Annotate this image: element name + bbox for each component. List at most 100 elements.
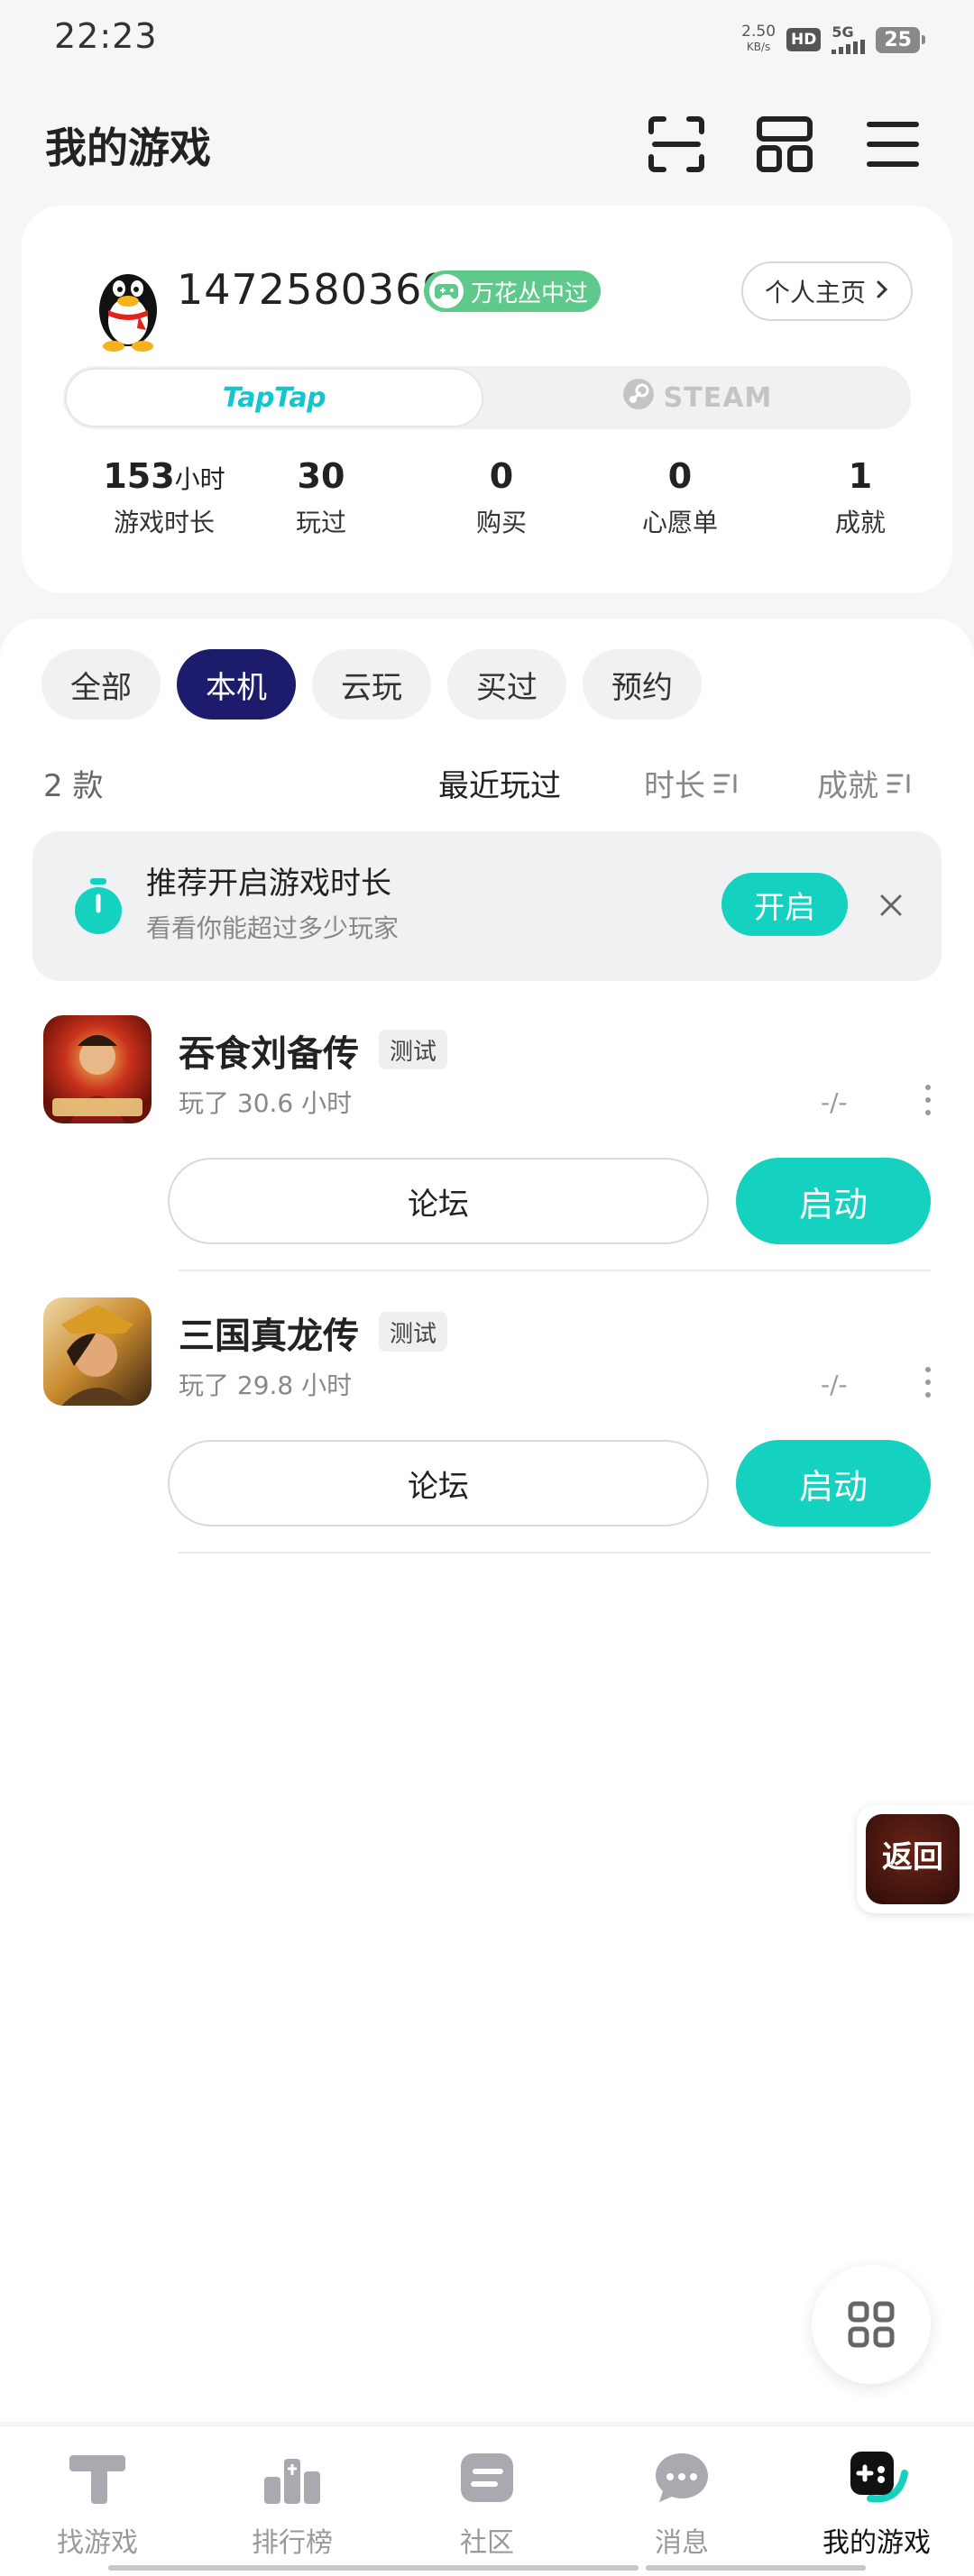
nav-label: 消息 (655, 2527, 709, 2559)
sort-label: 最近玩过 (438, 768, 561, 804)
profile-card: 1472580369 万花丛中过 个人主页 TapTap STEAM 153小时… (22, 206, 952, 593)
game-item: 三国真龙传 测试 玩了 29.8 小时 -/- 论坛 启动 (0, 1297, 974, 1577)
stat-value: 0 (489, 456, 514, 496)
stat-value: 0 (667, 456, 693, 496)
test-tag: 测试 (379, 1312, 448, 1352)
nav-ranking[interactable]: 排行榜 (202, 2446, 382, 2560)
user-badge[interactable]: 万花丛中过 (424, 270, 602, 312)
tab-steam[interactable]: STEAM (483, 366, 911, 429)
back-label: 返回 (882, 1839, 943, 1875)
stat-unit: 小时 (174, 464, 225, 494)
forum-button[interactable]: 论坛 (168, 1158, 709, 1244)
sort-label: 时长 (644, 768, 705, 804)
tip-subtitle: 看看你能超过多少玩家 (146, 913, 400, 943)
stat-played[interactable]: 30 玩过 (231, 456, 411, 539)
stats-row: 153小时 游戏时长 30 玩过 0 购买 0 心愿单 1 成就 (22, 456, 952, 564)
more-icon[interactable] (922, 1082, 934, 1118)
stat-value: 1 (848, 456, 873, 496)
gamepad-icon (429, 274, 464, 308)
stat-achievements[interactable]: 1 成就 (770, 456, 951, 539)
net-speed-unit: KB/s (746, 41, 771, 53)
status-bar: 22:23 2.50 KB/s HD 5G 25 (0, 0, 974, 81)
ranking-icon (261, 2446, 324, 2509)
forum-button[interactable]: 论坛 (168, 1440, 709, 1526)
game-icon[interactable] (43, 1015, 152, 1123)
play-time: 玩了 29.8 小时 (179, 1371, 353, 1400)
more-icon[interactable] (922, 1364, 934, 1400)
game-icon[interactable] (43, 1297, 152, 1406)
stat-label: 玩过 (295, 508, 346, 537)
sort-recent[interactable]: 最近玩过 (438, 761, 561, 805)
tab-taptap[interactable]: TapTap (65, 368, 483, 427)
sort-icon (887, 774, 910, 793)
stat-value: 153 (103, 456, 175, 496)
nav-label: 找游戏 (57, 2527, 138, 2559)
divider (179, 1270, 931, 1271)
divider (179, 1552, 931, 1554)
status-time: 22:23 (54, 16, 158, 56)
net-speed-value: 2.50 (741, 23, 776, 41)
stat-label: 购买 (475, 508, 527, 537)
tip-title: 推荐开启游戏时长 (146, 866, 391, 902)
enable-playtime-button[interactable]: 开启 (721, 873, 848, 936)
signal-icon: 5G (832, 23, 866, 54)
nav-my-games[interactable]: 我的游戏 (786, 2446, 967, 2560)
launch-button[interactable]: 启动 (736, 1158, 931, 1244)
profile-homepage-button[interactable]: 个人主页 (741, 261, 913, 321)
stat-label: 心愿单 (641, 508, 718, 537)
stat-play-time[interactable]: 153小时 游戏时长 (74, 456, 254, 539)
filter-chips: 全部 本机 云玩 买过 预约 (41, 649, 702, 721)
avatar[interactable] (72, 247, 184, 359)
app-header: 我的游戏 (0, 99, 974, 189)
filter-bought[interactable]: 买过 (447, 649, 566, 720)
badge-label: 万花丛中过 (471, 280, 589, 307)
layout-icon[interactable] (750, 110, 819, 179)
menu-icon[interactable] (859, 110, 927, 179)
gesture-bar (108, 2565, 343, 2571)
nav-label: 社区 (460, 2527, 514, 2559)
sort-icon (713, 774, 737, 793)
network-type: 5G (832, 23, 854, 41)
filter-all[interactable]: 全部 (41, 649, 161, 720)
game-count: 2 款 (43, 768, 104, 804)
taptap-logo: TapTap (222, 381, 326, 414)
nav-community[interactable]: 社区 (397, 2446, 577, 2560)
game-item: 吞食刘备传 测试 玩了 30.6 小时 -/- 论坛 启动 (0, 1015, 974, 1295)
close-icon[interactable] (873, 887, 909, 923)
platform-toggle: TapTap STEAM (63, 366, 911, 429)
stat-label: 游戏时长 (113, 508, 215, 537)
stat-purchased[interactable]: 0 购买 (411, 456, 592, 539)
gesture-bar (335, 2565, 639, 2571)
nav-messages[interactable]: 消息 (592, 2446, 772, 2560)
page-title: 我的游戏 (45, 124, 211, 172)
stat-wishlist[interactable]: 0 心愿单 (590, 456, 770, 539)
grid-icon (848, 2301, 895, 2348)
test-tag: 测试 (379, 1030, 448, 1069)
game-name[interactable]: 吞食刘备传 (179, 1024, 359, 1077)
sort-duration[interactable]: 时长 (644, 761, 740, 805)
net-speed: 2.50 KB/s (741, 24, 776, 55)
filter-reserved[interactable]: 预约 (583, 649, 702, 720)
filter-cloud[interactable]: 云玩 (312, 649, 431, 720)
scan-icon[interactable] (642, 110, 711, 179)
user-id: 1472580369 (177, 265, 450, 314)
floating-grid-button[interactable] (812, 2265, 931, 2384)
nav-find-games[interactable]: 找游戏 (7, 2446, 188, 2560)
find-games-icon (66, 2446, 129, 2509)
chevron-right-icon (875, 277, 889, 307)
gesture-bar (646, 2565, 866, 2571)
steam-icon (622, 378, 655, 417)
battery-icon: 25 (876, 26, 925, 53)
launch-button[interactable]: 启动 (736, 1440, 931, 1526)
filter-local[interactable]: 本机 (177, 649, 296, 720)
steam-label: STEAM (663, 381, 773, 414)
status-icons: 2.50 KB/s HD 5G 25 (741, 22, 925, 58)
stat-label: 成就 (834, 508, 886, 537)
games-panel: 全部 本机 云玩 买过 预约 2 款 最近玩过 时长 成就 推荐开启游戏时长 看… (0, 619, 974, 2422)
floating-back-button[interactable]: 返回 (857, 1805, 974, 1913)
sort-achievement[interactable]: 成就 (817, 761, 913, 805)
stopwatch-icon (69, 876, 128, 936)
nav-label: 我的游戏 (822, 2527, 931, 2559)
game-name[interactable]: 三国真龙传 (179, 1306, 359, 1359)
message-icon (650, 2446, 713, 2509)
